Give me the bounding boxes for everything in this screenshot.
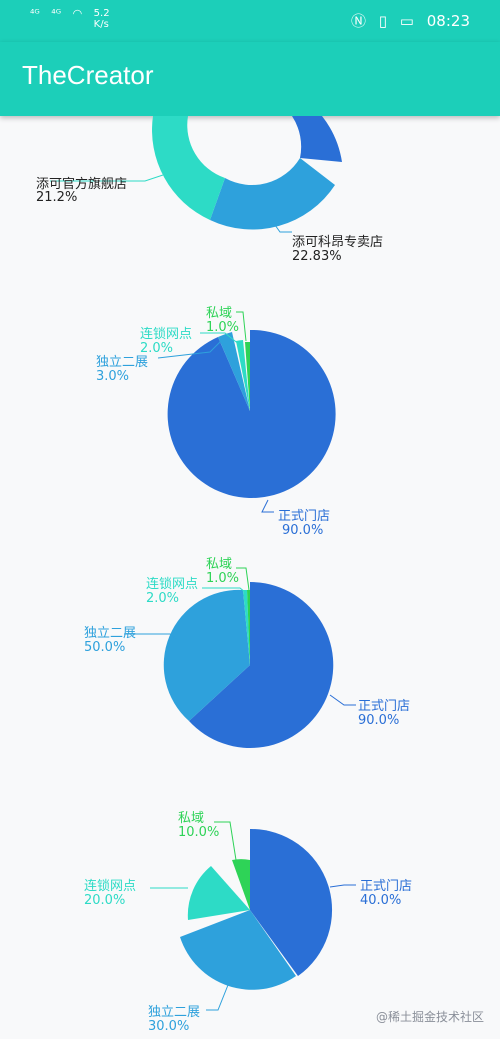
donut-label: 添可科昂专卖店	[292, 235, 383, 250]
pie-chart-3: 正式门店 90.0% 独立二展 50.0% 连锁网点 2.0% 私域 1.0%	[84, 557, 410, 748]
watermark: @稀土掘金技术社区	[375, 1010, 484, 1024]
pie-label: 2.0%	[146, 591, 179, 606]
leader-line	[261, 499, 274, 513]
status-left: ⁴ᴳ ⁴ᴳ ◠ 5.2 K/s	[30, 7, 126, 31]
network-speed: 5.2 K/s	[93, 8, 110, 30]
pie-label: 正式门店	[278, 509, 330, 524]
pie-label: 2.0%	[140, 341, 173, 356]
pie-label: 连锁网点	[146, 576, 198, 592]
pie-label: 1.0%	[206, 320, 239, 335]
wifi-icon: ◠	[72, 7, 83, 20]
battery-icon: ▭	[399, 12, 414, 30]
pie-label: 40.0%	[360, 893, 401, 908]
signal-icon-2: ⁴ᴳ	[51, 7, 62, 20]
pie-label: 正式门店	[360, 879, 412, 894]
pie-label: 1.0%	[206, 571, 239, 586]
status-time: 08:23	[426, 12, 470, 30]
pie-label: 30.0%	[148, 1019, 189, 1034]
pie-label: 独立二展	[96, 355, 148, 370]
pie-label: 独立二展	[148, 1005, 200, 1020]
pie-label: 10.0%	[178, 825, 219, 840]
pie-label: 3.0%	[96, 369, 129, 384]
pie-label: 私域	[206, 306, 232, 321]
pie-label: 私域	[178, 811, 204, 826]
chart-scroll-area[interactable]: 添可官方旗舰店 21.2% 添可科昂专卖店 22.83% 正式门店 90.0% …	[0, 116, 500, 1039]
nfc-icon: Ⓝ	[350, 12, 366, 30]
pie-label: 20.0%	[84, 893, 125, 908]
vibrate-icon: ▯	[378, 12, 388, 30]
charts-canvas: 添可官方旗舰店 21.2% 添可科昂专卖店 22.83% 正式门店 90.0% …	[36, 116, 412, 1034]
donut-slice	[292, 116, 342, 162]
donut-label: 22.83%	[292, 249, 342, 264]
donut-slice	[210, 158, 335, 230]
pie-label: 独立二展	[84, 626, 136, 641]
leader-line	[329, 884, 356, 888]
pie-label: 90.0%	[282, 523, 323, 538]
leader-line	[206, 984, 229, 1011]
app-title: TheCreator	[22, 60, 154, 90]
status-right: Ⓝ ▯ ▭ 08:23	[343, 10, 470, 31]
pie-label: 连锁网点	[84, 878, 136, 894]
pie-chart-4: 正式门店 40.0% 独立二展 30.0% 连锁网点 20.0% 私域 10.0…	[84, 811, 412, 1034]
leader-line	[329, 694, 356, 706]
donut-label: 21.2%	[36, 190, 77, 205]
signal-icon: ⁴ᴳ	[30, 7, 40, 20]
donut-slice	[152, 116, 225, 220]
app-bar: TheCreator	[0, 42, 500, 116]
status-bar: ⁴ᴳ ⁴ᴳ ◠ 5.2 K/s Ⓝ ▯ ▭ 08:23	[0, 0, 500, 42]
pie-label: 50.0%	[84, 640, 125, 655]
donut-chart: 添可官方旗舰店 21.2% 添可科昂专卖店 22.83%	[36, 116, 383, 264]
pie-label: 90.0%	[358, 713, 399, 728]
pie-label: 私域	[206, 557, 232, 572]
pie-slice	[167, 329, 336, 498]
pie-label: 连锁网点	[140, 326, 192, 342]
pie-chart-2: 正式门店 90.0% 独立二展 3.0% 连锁网点 2.0% 私域 1.0%	[96, 306, 336, 538]
pie-label: 正式门店	[358, 699, 410, 714]
